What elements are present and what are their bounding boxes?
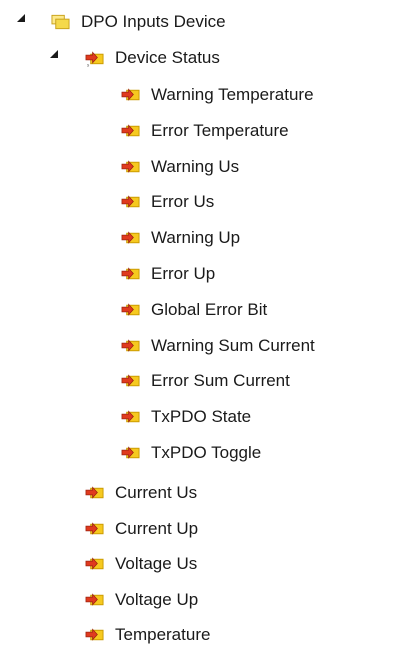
tree-node-label: Temperature <box>115 625 211 644</box>
collapse-arrow-icon[interactable] <box>17 14 25 22</box>
tree-node-label: Warning Up <box>151 228 241 248</box>
input-variable-icon <box>85 628 104 641</box>
folder-input-icon <box>51 14 70 30</box>
input-variable-icon <box>85 521 104 535</box>
input-variable-icon <box>121 374 140 388</box>
tree-node-label: Warning Us <box>151 156 240 176</box>
tree-node-label: Device Status <box>115 48 220 67</box>
tree-node-label: Global Error Bit <box>151 299 268 319</box>
input-variable-icon <box>121 88 140 101</box>
tree-node-label: TxPDO Toggle <box>151 443 262 462</box>
input-variable-icon <box>85 592 104 606</box>
tree-node-label: TxPDO State <box>151 407 252 427</box>
input-variable-icon <box>121 124 140 137</box>
tree-node-label: Voltage Up <box>115 589 199 609</box>
tree-node-label: Warning Temperature <box>151 85 314 104</box>
input-variable-icon <box>121 338 140 352</box>
collapse-arrow-icon[interactable] <box>50 50 58 58</box>
tree-node-label: Current Up <box>115 518 199 538</box>
tree-node-label: Error Up <box>151 264 216 283</box>
input-variable-icon <box>85 557 104 570</box>
tree-node-label: Error Temperature <box>151 120 289 140</box>
tree-node-label: DPO Inputs Device <box>81 12 226 31</box>
tree-node-label: Error Us <box>151 192 215 212</box>
tree-node-label: Warning Sum Current <box>151 335 315 355</box>
input-variable-icon <box>121 410 140 423</box>
input-variable-icon <box>121 267 140 280</box>
input-variable-icon <box>121 446 140 459</box>
input-variable-group-icon: s <box>85 51 104 67</box>
input-variable-icon <box>121 159 140 173</box>
input-variable-icon <box>85 486 104 499</box>
tree-node-label: Voltage Us <box>115 554 198 573</box>
io-tree: DPO Inputs Device s Device Status Warnin… <box>0 0 397 645</box>
input-variable-icon <box>121 303 140 316</box>
tree-node-label: Error Sum Current <box>151 371 290 391</box>
input-variable-icon <box>121 231 140 244</box>
input-variable-icon <box>121 195 140 209</box>
tree-node-label: Current Us <box>115 483 198 502</box>
svg-text:s: s <box>87 64 90 67</box>
